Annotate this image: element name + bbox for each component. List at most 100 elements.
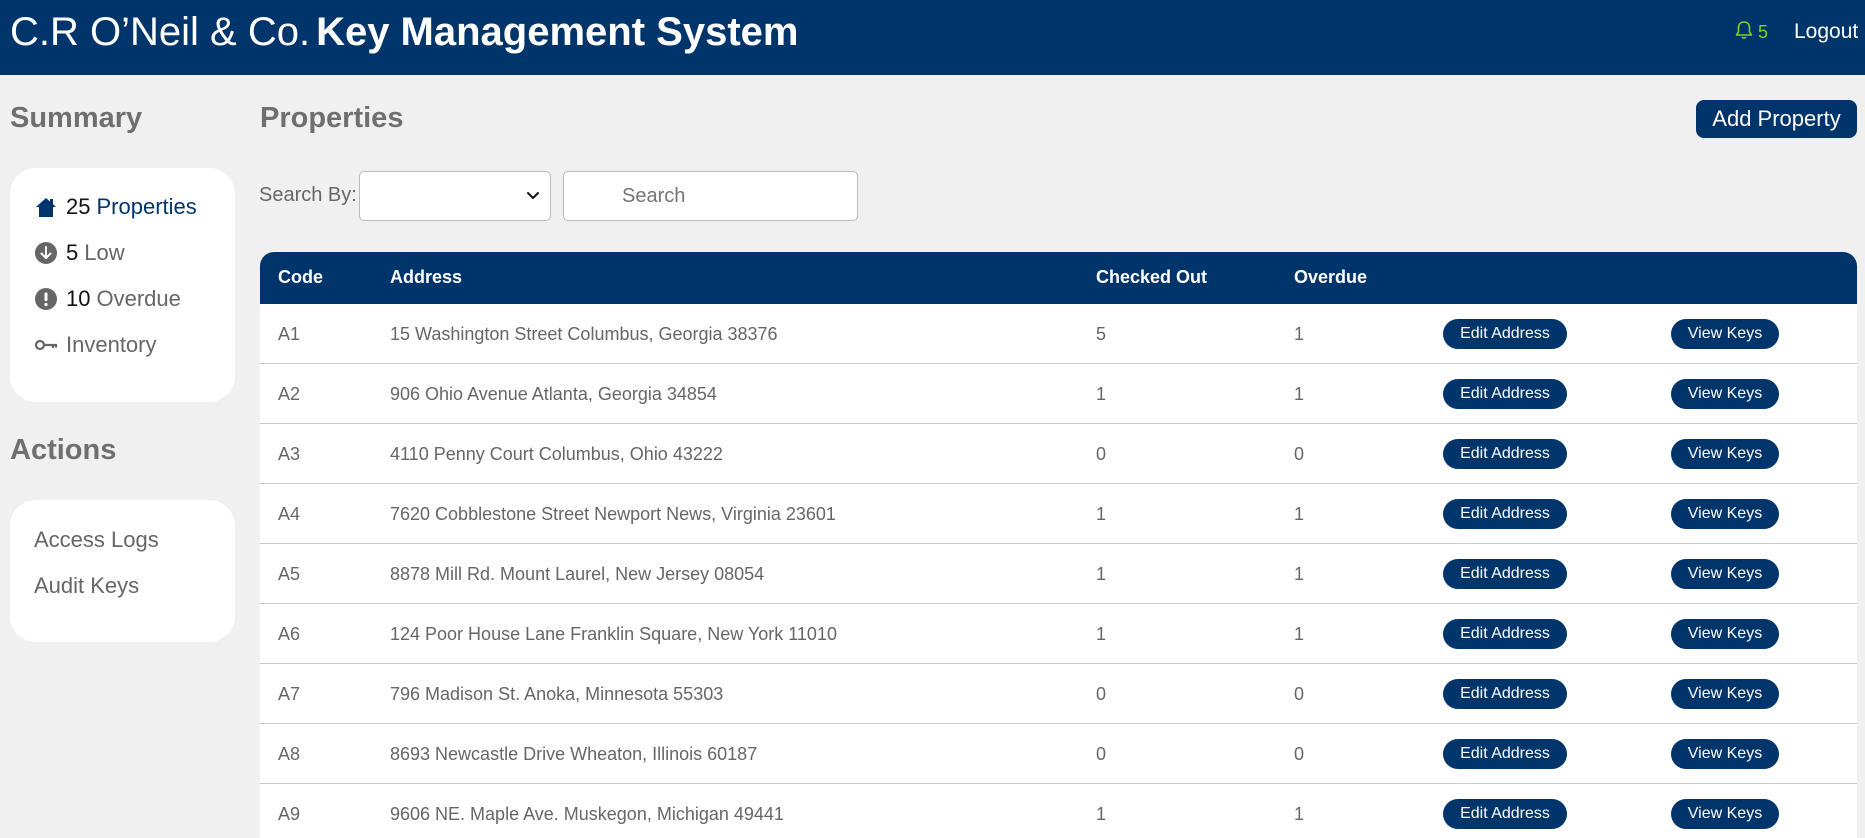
summary-inventory[interactable]: Inventory <box>34 332 157 358</box>
edit-address-button[interactable]: Edit Address <box>1443 799 1567 829</box>
cell-code: A6 <box>278 624 301 644</box>
edit-address-button[interactable]: Edit Address <box>1443 619 1567 649</box>
cell-address: 9606 NE. Maple Ave. Muskegon, Michigan 4… <box>390 804 784 824</box>
view-keys-button[interactable]: View Keys <box>1671 319 1779 349</box>
edit-address-button[interactable]: Edit Address <box>1443 559 1567 589</box>
cell-overdue: 0 <box>1294 444 1305 464</box>
header-overdue: Overdue <box>1294 267 1368 287</box>
system-name: Key Management System <box>316 10 799 54</box>
edit-address-button[interactable]: Edit Address <box>1443 679 1567 709</box>
view-keys-button[interactable]: View Keys <box>1671 619 1779 649</box>
cell-address: 906 Ohio Avenue Atlanta, Georgia 34854 <box>390 384 717 404</box>
table-row: A2 906 Ohio Avenue Atlanta, Georgia 3485… <box>260 364 1857 424</box>
edit-address-button[interactable]: Edit Address <box>1443 319 1567 349</box>
cell-checked-out: 1 <box>1096 564 1107 584</box>
arrow-down-circle-icon <box>34 241 58 265</box>
cell-code: A1 <box>278 324 301 344</box>
overdue-count: 10 <box>66 286 91 311</box>
cell-address: 15 Washington Street Columbus, Georgia 3… <box>390 324 778 344</box>
cell-checked-out: 1 <box>1096 804 1107 824</box>
cell-checked-out: 0 <box>1096 684 1107 704</box>
table-row: A6 124 Poor House Lane Franklin Square, … <box>260 604 1857 664</box>
key-icon <box>34 333 58 357</box>
search-by-select[interactable] <box>359 171 551 221</box>
table-row: A8 8693 Newcastle Drive Wheaton, Illinoi… <box>260 724 1857 784</box>
view-keys-button[interactable]: View Keys <box>1671 379 1779 409</box>
cell-address: 124 Poor House Lane Franklin Square, New… <box>390 624 837 644</box>
table-row: A4 7620 Cobblestone Street Newport News,… <box>260 484 1857 544</box>
summary-title: Summary <box>10 102 143 134</box>
app-title: C.R O’Neil & Co. Key Management System <box>10 9 798 55</box>
search-by-label: Search By: <box>259 184 357 206</box>
cell-address: 796 Madison St. Anoka, Minnesota 55303 <box>390 684 724 704</box>
view-keys-button[interactable]: View Keys <box>1671 439 1779 469</box>
actions-card: Access Logs Audit Keys <box>10 500 235 642</box>
cell-address: 7620 Cobblestone Street Newport News, Vi… <box>390 504 836 524</box>
exclamation-circle-icon <box>34 287 58 311</box>
cell-overdue: 0 <box>1294 744 1305 764</box>
cell-overdue: 1 <box>1294 504 1305 524</box>
low-label: Low <box>84 240 125 265</box>
cell-overdue: 1 <box>1294 564 1305 584</box>
view-keys-button[interactable]: View Keys <box>1671 799 1779 829</box>
view-keys-button[interactable]: View Keys <box>1671 559 1779 589</box>
cell-address: 4110 Penny Court Columbus, Ohio 43222 <box>390 444 723 464</box>
cell-code: A3 <box>278 444 301 464</box>
header-address: Address <box>390 267 463 287</box>
table-row: A3 4110 Penny Court Columbus, Ohio 43222… <box>260 424 1857 484</box>
cell-code: A4 <box>278 504 301 524</box>
header-code: Code <box>278 267 323 287</box>
cell-address: 8693 Newcastle Drive Wheaton, Illinois 6… <box>390 744 758 764</box>
cell-overdue: 1 <box>1294 624 1305 644</box>
low-count: 5 <box>66 240 79 265</box>
page-title: Properties <box>260 102 404 134</box>
edit-address-button[interactable]: Edit Address <box>1443 439 1567 469</box>
inventory-label: Inventory <box>66 332 157 357</box>
summary-properties[interactable]: 25 Properties <box>34 194 197 220</box>
edit-address-button[interactable]: Edit Address <box>1443 499 1567 529</box>
house-icon <box>34 195 58 219</box>
cell-code: A7 <box>278 684 301 704</box>
table-row: A5 8878 Mill Rd. Mount Laurel, New Jerse… <box>260 544 1857 604</box>
table-header: Code Address Checked Out Overdue <box>260 252 1857 304</box>
table-row: A9 9606 NE. Maple Ave. Muskegon, Michiga… <box>260 784 1857 838</box>
cell-address: 8878 Mill Rd. Mount Laurel, New Jersey 0… <box>390 564 765 584</box>
top-bar: C.R O’Neil & Co. Key Management System 5 … <box>0 0 1865 75</box>
cell-overdue: 1 <box>1294 324 1305 344</box>
cell-code: A9 <box>278 804 301 824</box>
summary-card: 25 Properties 5 Low 10 Overdue Inventory <box>10 168 235 402</box>
cell-checked-out: 5 <box>1096 324 1107 344</box>
properties-count: 25 <box>66 194 91 219</box>
cell-checked-out: 0 <box>1096 744 1107 764</box>
table-row: A7 796 Madison St. Anoka, Minnesota 5530… <box>260 664 1857 724</box>
access-logs-link[interactable]: Access Logs <box>34 527 159 553</box>
cell-code: A5 <box>278 564 301 584</box>
edit-address-button[interactable]: Edit Address <box>1443 379 1567 409</box>
cell-checked-out: 1 <box>1096 504 1107 524</box>
edit-address-button[interactable]: Edit Address <box>1443 739 1567 769</box>
view-keys-button[interactable]: View Keys <box>1671 499 1779 529</box>
notifications-button[interactable]: 5 <box>1735 20 1768 45</box>
summary-overdue[interactable]: 10 Overdue <box>34 286 181 312</box>
summary-low[interactable]: 5 Low <box>34 240 125 266</box>
search-input[interactable] <box>563 171 858 221</box>
bell-icon <box>1735 20 1753 45</box>
properties-table: Code Address Checked Out Overdue A1 15 W… <box>260 252 1857 838</box>
audit-keys-link[interactable]: Audit Keys <box>34 573 139 599</box>
logout-link[interactable]: Logout <box>1794 20 1858 44</box>
add-property-button[interactable]: Add Property <box>1696 100 1857 138</box>
properties-label: Properties <box>96 194 197 219</box>
cell-code: A8 <box>278 744 301 764</box>
notification-count: 5 <box>1758 22 1769 42</box>
cell-overdue: 0 <box>1294 684 1305 704</box>
chevron-down-icon <box>526 188 540 209</box>
overdue-label: Overdue <box>96 286 181 311</box>
table-row: A1 15 Washington Street Columbus, Georgi… <box>260 304 1857 364</box>
cell-checked-out: 0 <box>1096 444 1107 464</box>
view-keys-button[interactable]: View Keys <box>1671 739 1779 769</box>
cell-overdue: 1 <box>1294 384 1305 404</box>
header-checked-out: Checked Out <box>1096 267 1208 287</box>
cell-code: A2 <box>278 384 301 404</box>
view-keys-button[interactable]: View Keys <box>1671 679 1779 709</box>
actions-title: Actions <box>10 434 117 466</box>
